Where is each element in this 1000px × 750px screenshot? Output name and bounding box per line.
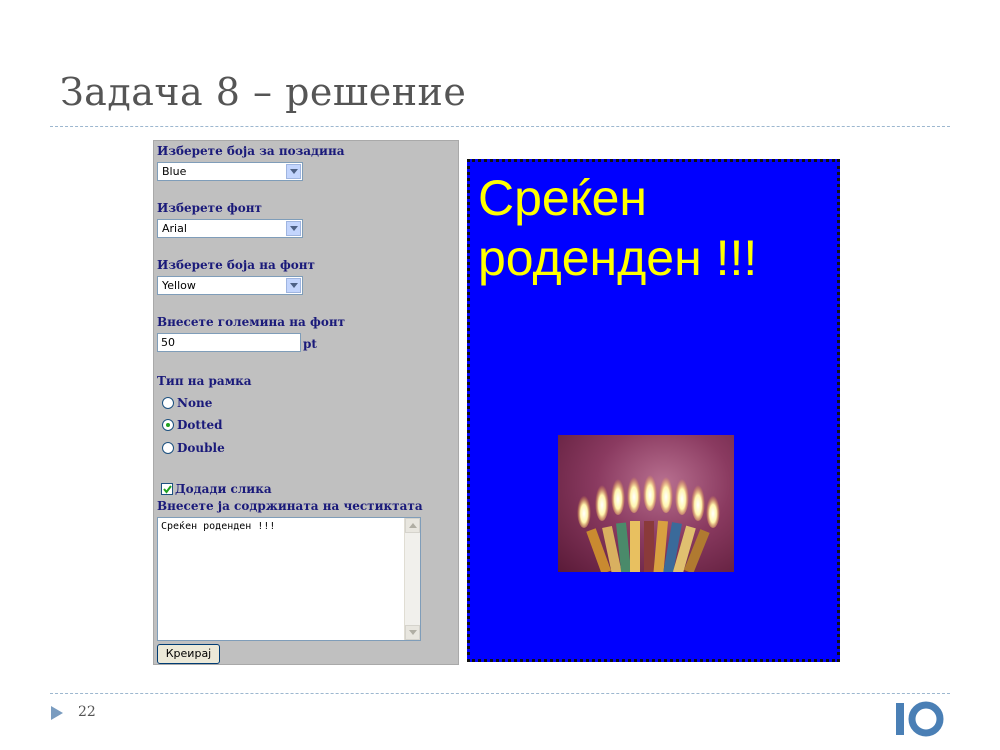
greeting-card-preview: Среќен роденден !!! [467,159,840,662]
scroll-down-button[interactable] [405,625,420,640]
card-text: Среќен роденден !!! [478,170,758,286]
radio-label: Dotted [177,418,223,432]
footer-divider [50,693,950,694]
font-color-label: Изберете боја на фонт [157,258,315,272]
textarea-scrollbar[interactable] [404,518,420,640]
content-textarea[interactable]: Среќен роденден !!! [157,517,421,641]
font-value: Arial [162,222,187,235]
bg-color-value: Blue [162,165,187,178]
chevron-down-icon[interactable] [286,278,301,293]
chevron-up-icon [409,523,417,528]
radio-button[interactable] [162,442,174,454]
font-color-value: Yellow [162,279,196,292]
io-logo-icon [896,701,944,737]
radio-button[interactable] [162,419,174,431]
chevron-down-icon[interactable] [286,221,301,236]
font-size-input[interactable]: 50 [157,333,301,352]
bg-color-select[interactable]: Blue [157,162,303,181]
font-size-value: 50 [161,336,175,349]
bg-color-label: Изберете боја за позадина [157,144,345,158]
font-select[interactable]: Arial [157,219,303,238]
form-panel: Изберете боја за позадина Blue Изберете … [153,140,459,665]
slide-title: Задача 8 – решение [60,70,467,114]
scroll-up-button[interactable] [405,518,420,533]
radio-button[interactable] [162,397,174,409]
radio-label: None [177,396,213,410]
birthday-candles-image [558,435,734,572]
triangle-bullet-icon [51,706,63,720]
page-number: 22 [78,704,96,720]
add-image-label: Додади слика [175,482,272,496]
chevron-down-icon [409,630,417,635]
radio-label: Double [177,441,225,455]
content-label: Внесете ја содржината на честиктата [157,499,423,513]
content-value: Среќен роденден !!! [161,521,276,532]
font-label: Изберете фонт [157,201,262,215]
radio-selected-dot [166,423,170,427]
add-image-checkbox[interactable] [161,483,173,495]
border-type-label: Тип на рамка [157,374,252,388]
font-size-label: Внесете големина на фонт [157,315,346,329]
title-divider [50,126,950,127]
create-button[interactable]: Креирај [157,644,220,664]
font-color-select[interactable]: Yellow [157,276,303,295]
checkmark-icon [163,485,172,494]
font-size-unit: pt [303,337,317,351]
chevron-down-icon[interactable] [286,164,301,179]
